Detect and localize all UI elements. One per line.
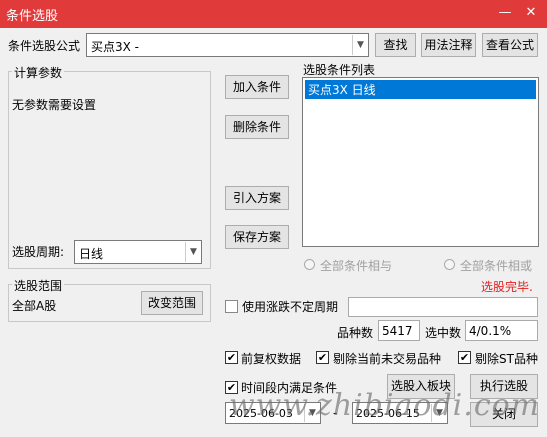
condition-list-label: 选股条件列表 [303, 63, 376, 77]
forward-adjust-label: 前复权数据 [241, 352, 302, 366]
selected-value: 4/0.1% [469, 324, 512, 338]
forward-adjust-checkbox[interactable]: ✔ [225, 351, 238, 364]
no-params-text: 无参数需要设置 [12, 98, 97, 112]
minimize-icon[interactable]: — [496, 4, 514, 22]
all-or-label: 全部条件相或 [460, 259, 533, 273]
close-icon[interactable]: ✕ [522, 4, 540, 22]
exclude-st-checkbox[interactable]: ✔ [458, 351, 471, 364]
exclude-untraded-label: 剔除当前未交易品种 [333, 352, 442, 366]
count-field: 5417 [378, 320, 420, 341]
usage-notes-button[interactable]: 用法注释 [421, 33, 476, 57]
exclude-untraded-checkbox[interactable]: ✔ [316, 351, 329, 364]
exclude-st-label: 剔除ST品种 [475, 352, 538, 366]
period-select[interactable]: 日线 ▼ [74, 240, 202, 264]
selected-label: 选中数 [425, 326, 462, 340]
uncertain-period-checkbox[interactable] [225, 300, 238, 313]
condition-list[interactable]: 买点3X 日线 [302, 77, 539, 247]
formula-select[interactable]: 买点3X - ▼ [86, 33, 369, 57]
window-title: 条件选股 [6, 9, 59, 24]
formula-value: 买点3X - [91, 40, 140, 54]
title-bar: 条件选股 — ✕ [0, 0, 547, 28]
uncertain-period-label: 使用涨跌不定周期 [242, 300, 339, 314]
view-formula-button[interactable]: 查看公式 [482, 33, 538, 57]
all-and-radio[interactable] [304, 259, 315, 270]
params-group-label: 计算参数 [12, 64, 65, 81]
selected-field: 4/0.1% [465, 320, 538, 341]
uncertain-period-input[interactable] [348, 297, 538, 317]
chevron-down-icon[interactable]: ▼ [185, 242, 201, 262]
period-value: 日线 [79, 247, 104, 261]
status-text: 选股完毕. [481, 280, 533, 294]
import-scheme-button[interactable]: 引入方案 [225, 186, 289, 210]
range-group-label: 选股范围 [12, 277, 65, 294]
change-range-button[interactable]: 改变范围 [141, 291, 203, 315]
formula-label: 条件选股公式 [8, 39, 81, 53]
delete-condition-button[interactable]: 删除条件 [225, 115, 289, 139]
list-item[interactable]: 买点3X 日线 [305, 80, 536, 99]
save-scheme-button[interactable]: 保存方案 [225, 225, 289, 249]
add-condition-button[interactable]: 加入条件 [225, 75, 289, 99]
count-value: 5417 [382, 324, 413, 338]
all-and-label: 全部条件相与 [320, 259, 393, 273]
count-label: 品种数 [337, 326, 374, 340]
period-label: 选股周期: [12, 245, 65, 259]
chevron-down-icon[interactable]: ▼ [352, 35, 368, 55]
range-value: 全部A股 [12, 299, 57, 313]
find-button[interactable]: 查找 [375, 33, 416, 57]
all-or-radio[interactable] [444, 259, 455, 270]
watermark-text: www.zhibiaodi.com [229, 388, 541, 423]
